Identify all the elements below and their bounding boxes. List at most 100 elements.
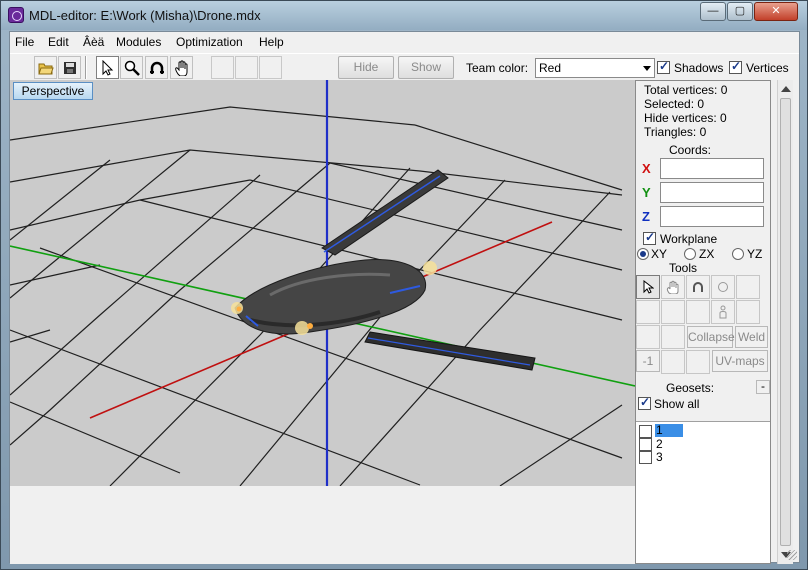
zoom-magnifier-icon <box>124 60 140 76</box>
rotate-tool-button[interactable] <box>145 56 168 79</box>
toolbar-empty-button-2[interactable] <box>235 56 258 79</box>
circle-icon <box>718 282 728 292</box>
team-color-value: Red <box>539 61 562 75</box>
rotate-icon <box>693 282 703 292</box>
rotate-icon <box>149 61 164 74</box>
coords-label: Coords: <box>669 143 712 157</box>
tool-pan-button[interactable] <box>661 275 685 299</box>
toolbar-empty-button-3[interactable] <box>259 56 282 79</box>
geosets-label: Geosets: <box>666 381 715 395</box>
save-button[interactable] <box>58 56 81 79</box>
collapse-button[interactable]: Collapse <box>687 326 735 348</box>
total-vertices-text: Total vertices: 0 <box>644 83 728 97</box>
menu-bar: File Edit Âèä Modules Optimization Help <box>10 32 799 52</box>
geoset-2-label[interactable]: 2 <box>656 437 663 451</box>
toolbar-separator <box>85 56 87 79</box>
resize-grip-icon[interactable] <box>787 550 797 560</box>
tool-empty-button-9[interactable] <box>686 350 710 374</box>
minimize-button[interactable]: — <box>700 2 726 21</box>
tool-rotate-button[interactable] <box>686 275 710 299</box>
tool-circle-button[interactable] <box>711 275 735 299</box>
plane-xy-label: XY <box>651 247 668 261</box>
tool-empty-button-1[interactable] <box>736 275 760 299</box>
geosets-collapse-button[interactable]: - <box>756 380 770 394</box>
geoset-1-checkbox[interactable] <box>639 425 652 438</box>
hide-vertices-text: Hide vertices: 0 <box>644 111 727 125</box>
tool-empty-button-7[interactable] <box>661 325 685 349</box>
vertices-checkbox[interactable] <box>729 59 742 74</box>
y-coord-label: Y <box>642 185 651 200</box>
menu-file[interactable]: File <box>15 35 34 49</box>
plane-xy-radio[interactable] <box>637 248 649 260</box>
tool-empty-button-8[interactable] <box>661 350 685 374</box>
geoset-list[interactable]: 1 2 3 <box>636 421 770 563</box>
y-coord-field[interactable] <box>660 182 764 203</box>
tool-select-button[interactable] <box>636 275 660 299</box>
x-coord-label: X <box>642 161 651 176</box>
z-coord-field[interactable] <box>660 206 764 227</box>
select-arrow-icon <box>102 59 113 76</box>
menu-help[interactable]: Help <box>259 35 284 49</box>
menu-edit[interactable]: Edit <box>48 35 69 49</box>
viewport-footer <box>10 486 635 564</box>
viewport-canvas <box>10 80 635 486</box>
maximize-button[interactable]: ▢ <box>727 2 753 21</box>
z-coord-label: Z <box>642 209 650 224</box>
team-color-select[interactable]: Red <box>535 58 655 78</box>
toolbar-empty-button-1[interactable] <box>211 56 234 79</box>
select-arrow-icon <box>643 280 654 294</box>
uv-maps-button[interactable]: UV-maps <box>712 350 768 372</box>
shadows-label: Shadows <box>674 61 724 75</box>
toolbar: Hide Show Team color: Red Shadows Vertic… <box>10 53 799 80</box>
menu-optimization[interactable]: Optimization <box>176 35 243 49</box>
plane-zx-radio[interactable] <box>684 248 696 260</box>
client-area: File Edit Âèä Modules Optimization Help <box>9 31 800 564</box>
tool-figure-button[interactable] <box>711 300 735 324</box>
panel-scrollbar[interactable] <box>777 80 793 564</box>
geoset-3-label[interactable]: 3 <box>656 450 663 464</box>
close-button[interactable]: ✕ <box>754 2 798 21</box>
vertices-label: Vertices <box>746 61 789 75</box>
tool-empty-button-5[interactable] <box>736 300 760 324</box>
open-folder-icon <box>37 63 54 74</box>
team-color-label: Team color: <box>466 61 529 75</box>
shadows-checkbox[interactable] <box>657 59 670 74</box>
title-bar[interactable]: MDL-editor: E:\Work (Misha)\Drone.mdx — … <box>1 1 807 30</box>
menu-modules[interactable]: Modules <box>116 35 161 49</box>
chevron-down-icon <box>643 66 651 71</box>
figure-icon <box>719 305 727 319</box>
hide-button[interactable]: Hide <box>338 56 394 79</box>
app-logo-icon <box>8 7 24 23</box>
workplane-label: Workplane <box>660 232 718 246</box>
triangles-text: Triangles: 0 <box>644 125 707 139</box>
plane-yz-label: YZ <box>747 247 763 261</box>
show-all-label: Show all <box>654 397 700 411</box>
show-button[interactable]: Show <box>398 56 454 79</box>
x-coord-field[interactable] <box>660 158 764 179</box>
show-all-checkbox[interactable] <box>638 395 651 410</box>
geoset-2-checkbox[interactable] <box>639 438 652 451</box>
scroll-up-icon[interactable] <box>781 86 791 92</box>
perspective-button[interactable]: Perspective <box>13 82 93 100</box>
window-title: MDL-editor: E:\Work (Misha)\Drone.mdx <box>29 8 261 23</box>
minus-one-button[interactable]: -1 <box>636 350 660 372</box>
geoset-1-label[interactable]: 1 <box>655 424 683 437</box>
plane-yz-radio[interactable] <box>732 248 744 260</box>
tool-empty-button-4[interactable] <box>686 300 710 324</box>
tool-empty-button-6[interactable] <box>636 325 660 349</box>
perspective-viewport[interactable]: Perspective <box>10 80 635 486</box>
scrollbar-thumb[interactable] <box>780 98 791 546</box>
zoom-tool-button[interactable] <box>120 56 143 79</box>
pan-tool-button[interactable] <box>170 56 193 79</box>
open-button[interactable] <box>34 56 57 79</box>
workplane-checkbox[interactable] <box>643 230 656 245</box>
tool-empty-button-3[interactable] <box>661 300 685 324</box>
tool-empty-button-2[interactable] <box>636 300 660 324</box>
select-tool-button[interactable] <box>96 56 119 79</box>
menu-view[interactable]: Âèä <box>83 35 104 49</box>
plane-zx-label: ZX <box>699 247 715 261</box>
pan-hand-icon <box>666 280 679 294</box>
geoset-3-checkbox[interactable] <box>639 451 652 464</box>
weld-button[interactable]: Weld <box>735 326 768 348</box>
pan-hand-icon <box>174 59 187 76</box>
